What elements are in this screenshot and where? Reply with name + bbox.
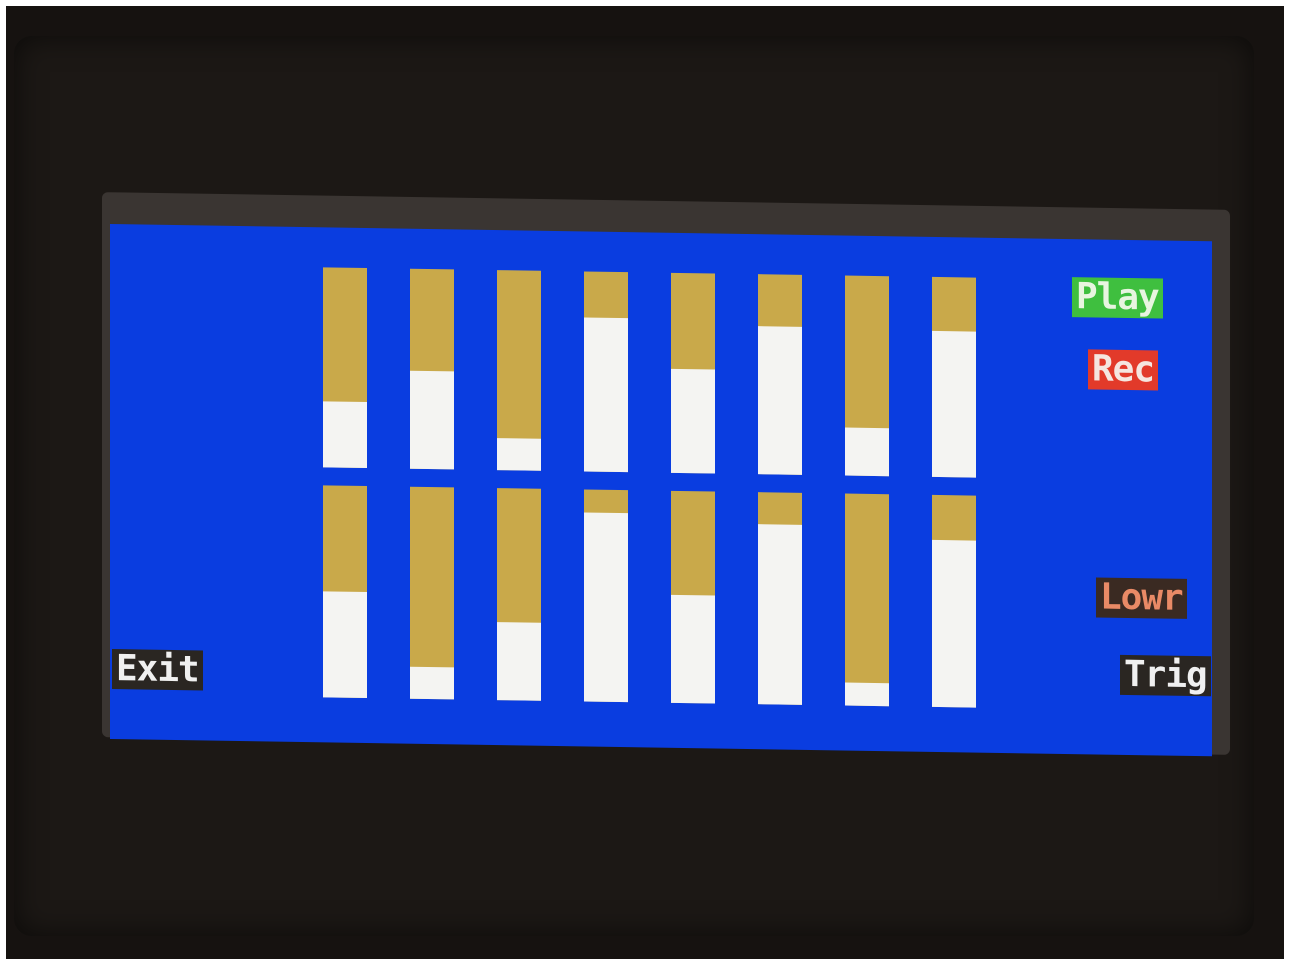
lcd-screen: Play Rec Lowr Trig Exit	[110, 224, 1212, 757]
slider-bottom-6[interactable]	[758, 492, 802, 705]
slider-fill	[584, 317, 628, 473]
slider-bottom-8[interactable]	[932, 494, 976, 708]
slider-fill	[497, 438, 541, 471]
slider-bottom-4[interactable]	[584, 489, 628, 703]
slider-fill	[584, 512, 628, 703]
slider-top-4[interactable]	[584, 271, 628, 473]
slider-fill	[932, 330, 976, 478]
slider-fill	[410, 370, 454, 470]
slider-bottom-2[interactable]	[410, 486, 454, 700]
device-photo: Play Rec Lowr Trig Exit	[6, 6, 1284, 959]
slider-fill	[932, 539, 976, 708]
slider-fill	[758, 523, 802, 705]
slider-top-2[interactable]	[410, 268, 454, 470]
slider-bottom-7[interactable]	[845, 493, 889, 707]
exit-button[interactable]: Exit	[112, 648, 203, 691]
trig-button[interactable]: Trig	[1120, 654, 1211, 697]
slider-bottom-5[interactable]	[671, 490, 715, 704]
slider-fill	[758, 326, 802, 475]
slider-fill	[410, 666, 454, 700]
slider-fill	[671, 368, 715, 474]
slider-top-3[interactable]	[497, 270, 541, 471]
slider-top-6[interactable]	[758, 274, 802, 475]
slider-fill	[323, 401, 367, 469]
rec-button[interactable]: Rec	[1088, 348, 1159, 391]
lowr-button[interactable]: Lowr	[1096, 577, 1187, 619]
slider-bottom-3[interactable]	[497, 488, 541, 701]
slider-top-5[interactable]	[671, 272, 715, 474]
slider-grid	[110, 224, 1212, 756]
slider-fill	[323, 591, 367, 699]
play-button[interactable]: Play	[1072, 276, 1163, 319]
slider-top-7[interactable]	[845, 275, 889, 477]
slider-fill	[845, 682, 889, 707]
slider-fill	[845, 427, 889, 477]
slider-bottom-1[interactable]	[323, 485, 367, 699]
slider-top-1[interactable]	[323, 267, 367, 469]
slider-fill	[671, 594, 715, 704]
slider-fill	[497, 621, 541, 701]
slider-top-8[interactable]	[932, 276, 976, 478]
